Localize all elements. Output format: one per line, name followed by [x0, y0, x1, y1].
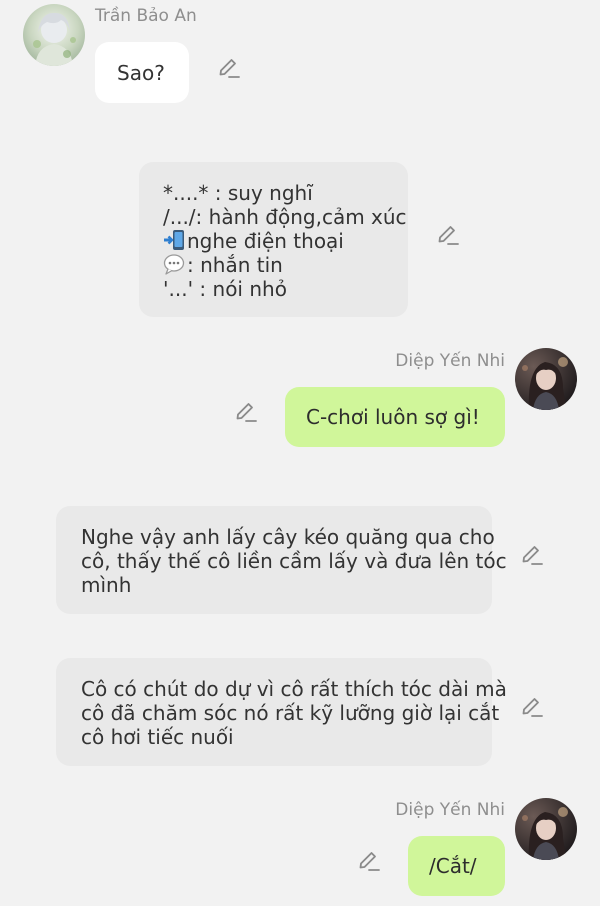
legend-line-message: : nhắn tin	[163, 253, 408, 277]
legend-line-phone: nghe điện thoại	[163, 229, 408, 253]
avatar-diep-yen-nhi[interactable]	[515, 798, 577, 860]
narration-line: cô, thấy thế cô liền cầm lấy và đưa lên …	[81, 549, 507, 573]
pencil-icon[interactable]	[519, 540, 545, 566]
message-bubble[interactable]: C-chơi luôn sợ gì!	[285, 387, 505, 447]
legend-line-message-text: : nhắn tin	[187, 253, 283, 277]
message-bubble[interactable]: /Cắt/	[408, 836, 505, 896]
legend-bubble[interactable]: *....* : suy nghĩ /.../: hành động,cảm x…	[139, 162, 408, 317]
pencil-icon[interactable]	[519, 692, 545, 718]
narration-bubble[interactable]: Nghe vậy anh lấy cây kéo quăng qua cho c…	[56, 506, 507, 614]
narration-line: Cô có chút do dự vì cô rất thích tóc dài…	[81, 677, 507, 701]
pencil-icon[interactable]	[233, 397, 259, 423]
message-text: /Cắt/	[429, 854, 477, 878]
narration-bubble[interactable]: Cô có chút do dự vì cô rất thích tóc dài…	[56, 658, 507, 766]
legend-line-thought: *....* : suy nghĩ	[163, 181, 313, 205]
speech-bubble-icon	[163, 253, 185, 275]
avatar-diep-yen-nhi[interactable]	[515, 348, 577, 410]
sender-name: Trần Bảo An	[95, 6, 197, 26]
message-text: Sao?	[117, 61, 165, 85]
pencil-icon[interactable]	[356, 846, 382, 872]
legend-line-action: /.../: hành động,cảm xúc	[163, 205, 407, 229]
message-bubble[interactable]: Sao?	[95, 42, 189, 103]
narration-line: cô đã chăm sóc nó rất kỹ lưỡng giờ lại c…	[81, 701, 500, 725]
sender-name: Diệp Yến Nhi	[395, 351, 505, 371]
narration-line: mình	[81, 573, 132, 597]
legend-line-phone-text: nghe điện thoại	[187, 229, 344, 253]
narration-line: cô hơi tiếc nuối	[81, 725, 234, 749]
narration-line: Nghe vậy anh lấy cây kéo quăng qua cho	[81, 525, 495, 549]
avatar-tran-bao-an[interactable]	[23, 4, 85, 66]
message-text: C-chơi luôn sợ gì!	[306, 405, 480, 429]
pencil-icon[interactable]	[216, 53, 242, 79]
pencil-icon[interactable]	[435, 220, 461, 246]
legend-line-whisper: '...' : nói nhỏ	[163, 277, 287, 301]
phone-call-icon	[163, 229, 185, 251]
sender-name: Diệp Yến Nhi	[395, 800, 505, 820]
